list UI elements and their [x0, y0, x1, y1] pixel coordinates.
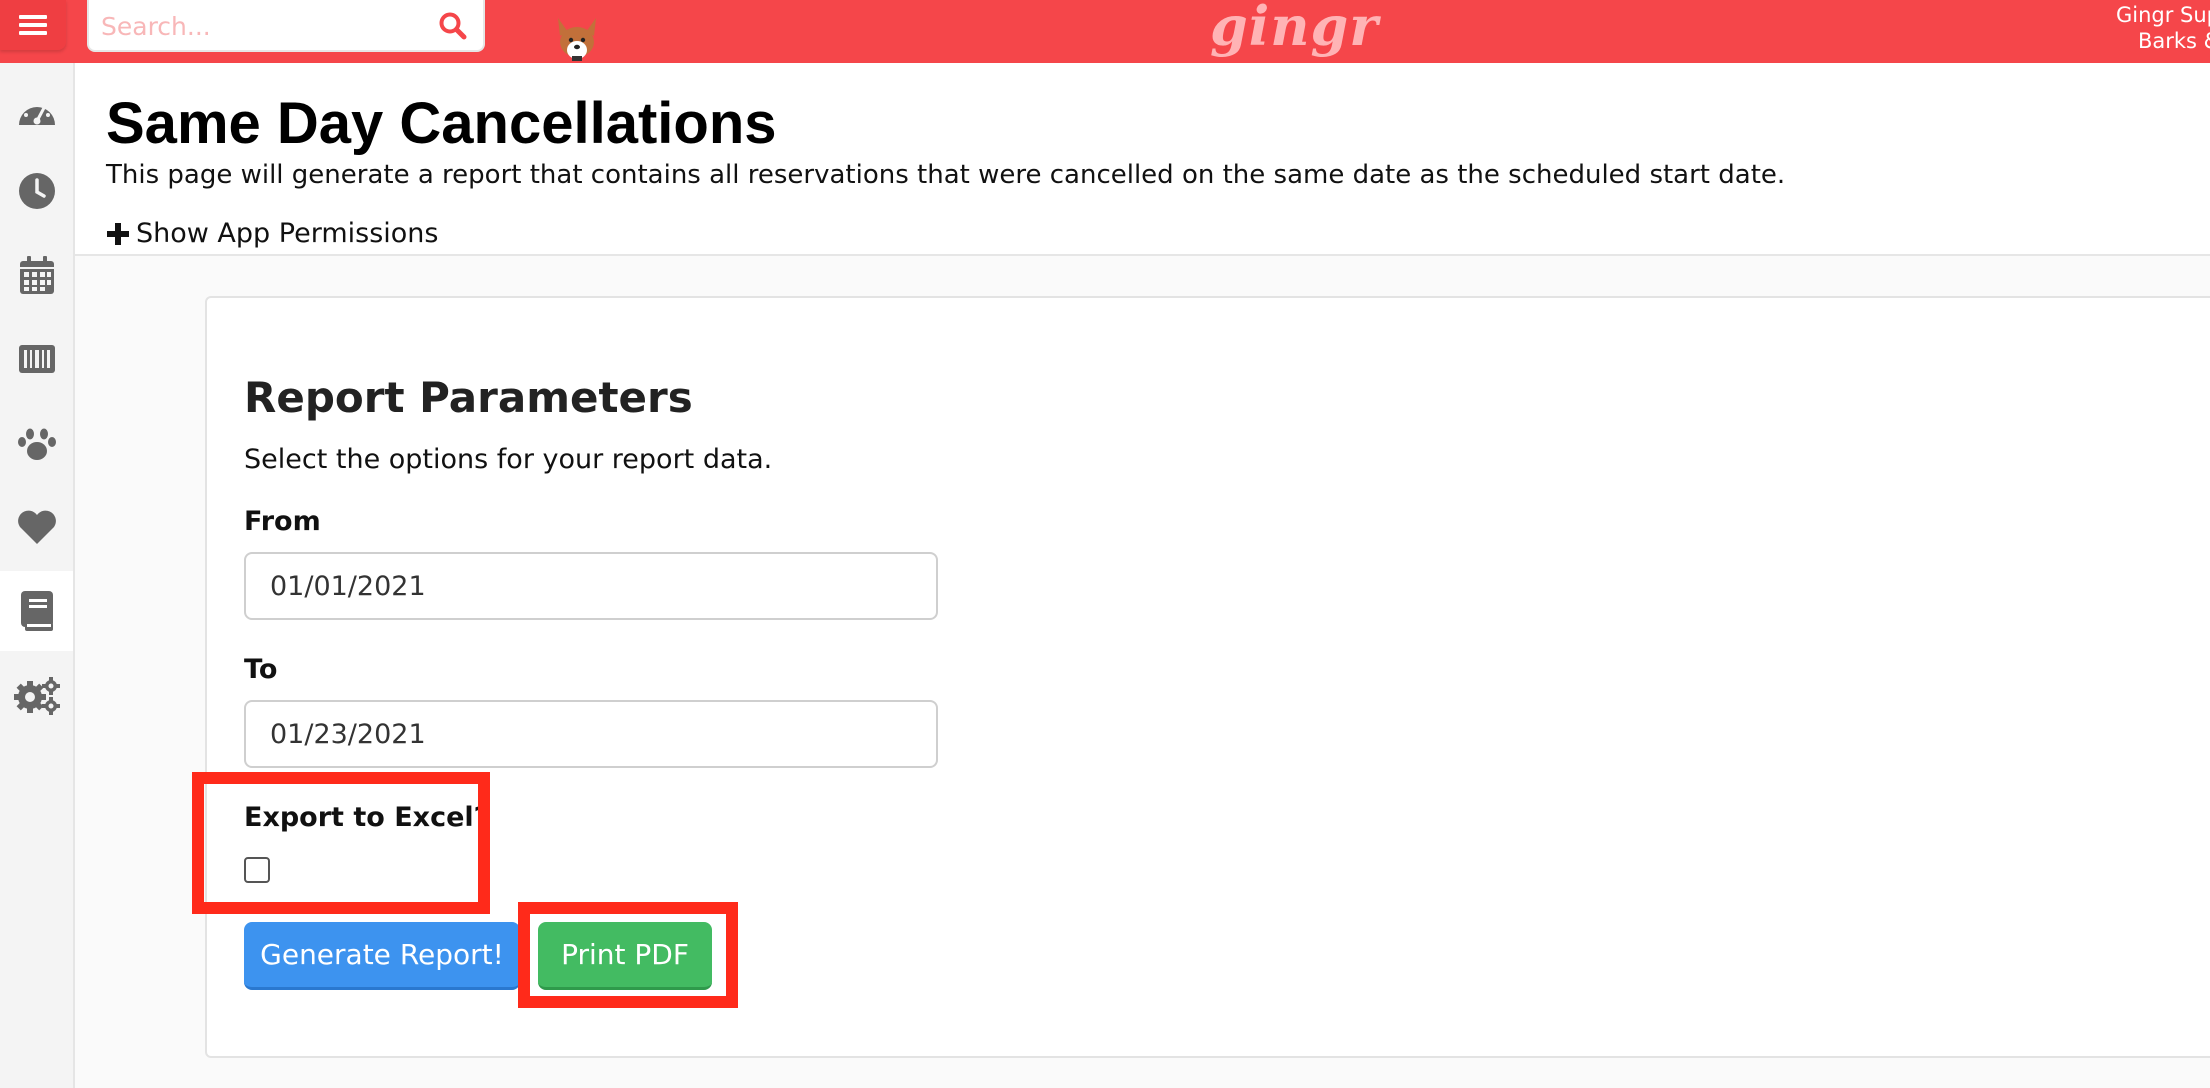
dog-mascot-icon [558, 18, 596, 61]
hamburger-icon [19, 15, 47, 35]
gears-icon [13, 677, 60, 715]
search-button[interactable] [431, 6, 475, 46]
plus-icon [107, 223, 129, 245]
book-icon [20, 591, 53, 631]
show-app-permissions-toggle[interactable]: Show App Permissions [106, 216, 438, 252]
heart-icon [17, 510, 56, 544]
from-label: From [244, 506, 321, 537]
search-box [87, 0, 485, 52]
sidebar-item-favorites[interactable] [0, 487, 73, 567]
page-description: This page will generate a report that co… [106, 160, 1786, 190]
sidebar-item-dashboard[interactable] [0, 71, 73, 151]
sidebar-item-checkin[interactable] [0, 319, 73, 399]
barcode-icon [18, 345, 55, 373]
user-name: Gingr Sup [2115, 3, 2210, 27]
calendar-icon [19, 256, 54, 294]
sidebar-item-reports[interactable] [0, 571, 73, 651]
paw-icon [17, 428, 56, 460]
print-pdf-highlight-box [518, 902, 738, 1008]
sidebar [0, 63, 75, 1088]
hamburger-menu-button[interactable] [0, 0, 66, 50]
business-name: Barks & [2137, 29, 2210, 53]
gingr-logo: gingr [1210, 0, 1379, 58]
show-app-permissions-label: Show App Permissions [136, 218, 439, 249]
dashboard-icon [18, 101, 55, 125]
to-label: To [244, 654, 278, 685]
clock-icon [18, 173, 55, 209]
sidebar-item-pets[interactable] [0, 403, 73, 483]
page-title: Same Day Cancellations [106, 91, 777, 156]
search-input[interactable] [101, 6, 411, 46]
sidebar-item-calendar[interactable] [0, 235, 73, 315]
user-account-info[interactable]: Gingr Sup Barks & [2100, 2, 2210, 54]
top-bar: gingr Gingr Sup Barks & [0, 0, 2210, 63]
report-parameters-subtitle: Select the options for your report data. [244, 444, 773, 475]
sidebar-item-history[interactable] [0, 151, 73, 231]
sidebar-item-settings[interactable] [0, 655, 73, 735]
report-parameters-title: Report Parameters [244, 373, 693, 422]
generate-report-button[interactable]: Generate Report! [244, 922, 520, 990]
export-highlight-box [192, 772, 490, 914]
search-icon [439, 12, 467, 40]
to-date-input[interactable] [244, 700, 938, 768]
from-date-input[interactable] [244, 552, 938, 620]
